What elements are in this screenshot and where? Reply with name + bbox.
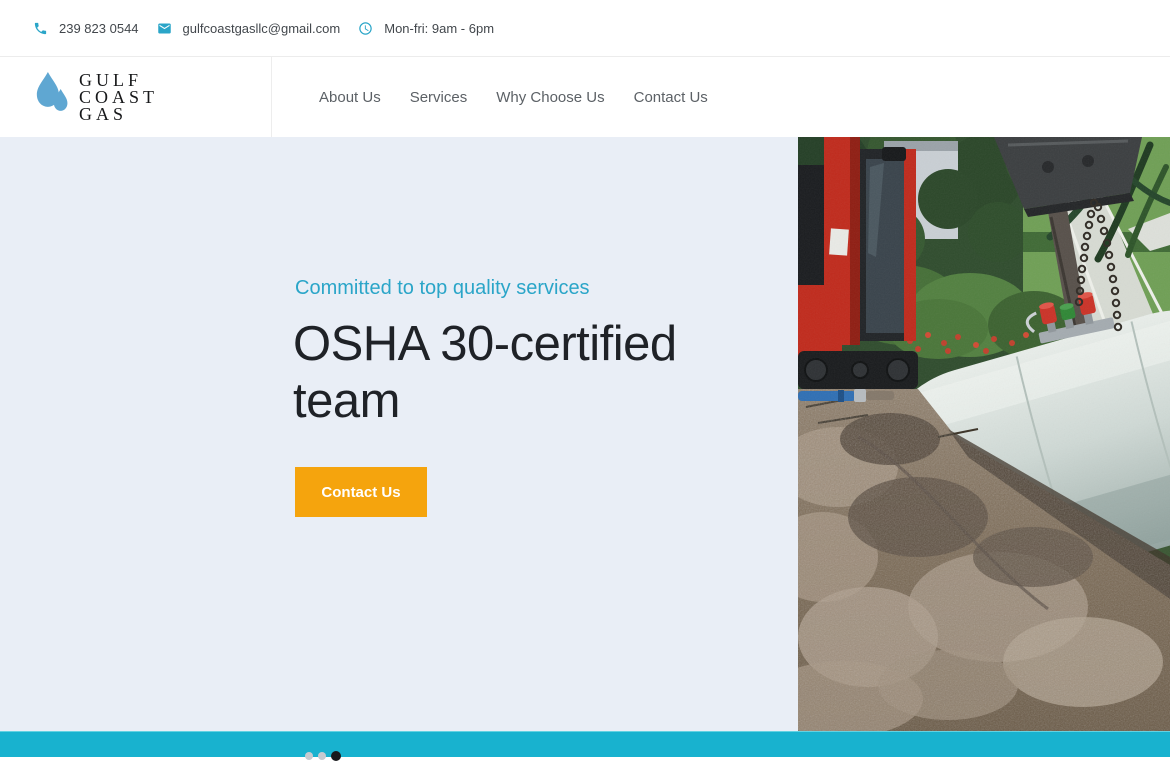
clock-icon [358,21,373,36]
business-hours: Mon-fri: 9am - 6pm [384,21,494,36]
nav-item-services[interactable]: Services [410,89,468,106]
logo-link[interactable]: GULF COAST GAS [0,57,272,137]
hero-photo [798,137,1170,731]
site-header: GULF COAST GAS About Us Services Why Cho… [0,57,1170,137]
nav-item-contact-us[interactable]: Contact Us [634,89,708,106]
phone-icon [33,21,48,36]
carousel-dot-2[interactable] [318,752,326,760]
logo-line-2: COAST [79,89,158,106]
teal-divider-band [0,731,1170,757]
logo-wordmark: GULF COAST GAS [79,72,158,123]
envelope-icon [157,21,172,36]
carousel-dot-3-active[interactable] [331,751,341,761]
contact-us-button[interactable]: Contact Us [295,467,427,517]
phone-link[interactable]: 239 823 0544 [33,21,139,36]
nav-item-about-us[interactable]: About Us [319,89,381,106]
top-info-bar: 239 823 0544 gulfcoastgasllc@gmail.com M… [0,0,1170,57]
logo-line-1: GULF [79,72,158,89]
main-nav: About Us Services Why Choose Us Contact … [319,57,708,137]
logo-line-3: GAS [79,106,158,123]
hero-kicker: Committed to top quality services [295,277,733,300]
photo-grain-overlay [798,137,1170,731]
email-address: gulfcoastgasllc@gmail.com [183,21,341,36]
hero-section: Committed to top quality services OSHA 3… [0,137,1170,731]
nav-item-why-choose-us[interactable]: Why Choose Us [496,89,604,106]
hero-title: OSHA 30-certified team [293,316,733,430]
carousel-dot-1[interactable] [305,752,313,760]
phone-number: 239 823 0544 [59,21,139,36]
water-drop-logo-icon [36,72,70,122]
carousel-dots [305,750,341,762]
email-link[interactable]: gulfcoastgasllc@gmail.com [157,21,341,36]
hero-content: Committed to top quality services OSHA 3… [295,277,733,517]
hours-item: Mon-fri: 9am - 6pm [358,21,494,36]
